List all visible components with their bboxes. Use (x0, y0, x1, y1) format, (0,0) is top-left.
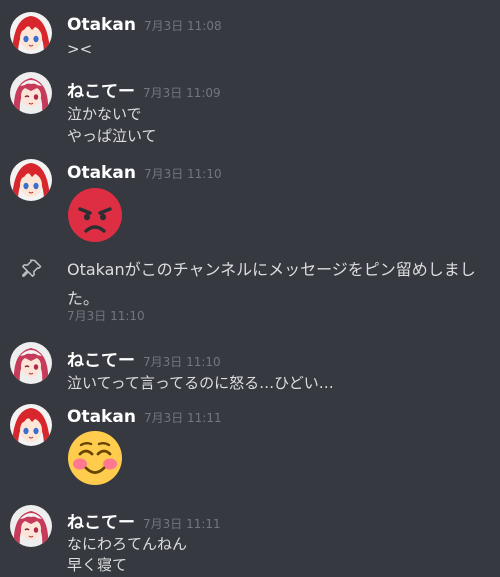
author-name[interactable]: ねこてー (67, 82, 135, 102)
smiling-face-icon (68, 431, 122, 485)
message-timestamp: 7月3日 11:10 (143, 167, 222, 181)
otakan-avatar-icon (10, 159, 52, 201)
message-otakan-1: Otakan 7月3日 11:08 >< (0, 0, 500, 60)
message-text: 泣かないで (67, 105, 142, 123)
avatar-otakan[interactable] (10, 404, 52, 446)
message-author[interactable]: Otakan 7月3日 11:08 (67, 15, 222, 35)
author-name[interactable]: Otakan (67, 15, 136, 35)
nekote-avatar-icon (10, 505, 52, 547)
message-text: 泣いてって言ってるのに怒る…ひどい… (67, 374, 334, 392)
avatar-nekote[interactable] (10, 342, 52, 384)
message-author[interactable]: ねこてー 7月3日 11:10 (67, 346, 221, 371)
avatar-otakan[interactable] (10, 159, 52, 201)
message-text: やっぱ泣いて (67, 127, 157, 145)
message-author[interactable]: ねこてー 7月3日 11:11 (67, 508, 221, 533)
message-author[interactable]: Otakan 7月3日 11:11 (67, 407, 222, 427)
pouting-face-emoji[interactable] (67, 187, 123, 243)
message-text: 早く寝て (67, 556, 128, 574)
author-name[interactable]: ねこてー (67, 513, 135, 533)
avatar-nekote[interactable] (10, 505, 52, 547)
avatar-otakan[interactable] (10, 12, 52, 54)
message-timestamp: 7月3日 11:11 (143, 411, 222, 425)
pouting-face-icon (68, 188, 122, 242)
author-name[interactable]: ねこてー (67, 351, 135, 371)
message-text: >< (67, 40, 93, 58)
otakan-avatar-icon (10, 404, 52, 446)
message-author[interactable]: Otakan 7月3日 11:10 (67, 163, 222, 183)
message-otakan-2: Otakan 7月3日 11:10 (0, 155, 500, 250)
message-otakan-3: Otakan 7月3日 11:11 (0, 400, 500, 490)
message-text: なにわろてんねん (67, 535, 188, 553)
nekote-avatar-icon (10, 342, 52, 384)
message-nekote-2: ねこてー 7月3日 11:10 泣いてって言ってるのに怒る…ひどい… (0, 335, 500, 395)
message-author[interactable]: ねこてー 7月3日 11:09 (67, 77, 221, 102)
message-timestamp: 7月3日 11:10 (143, 355, 221, 369)
message-timestamp: 7月3日 11:11 (143, 517, 221, 531)
message-timestamp: 7月3日 11:08 (143, 19, 222, 33)
author-name[interactable]: Otakan (67, 407, 136, 427)
pin-icon (20, 257, 44, 281)
message-timestamp: 7月3日 11:09 (143, 86, 221, 100)
author-name[interactable]: Otakan (67, 163, 136, 183)
message-nekote-1: ねこてー 7月3日 11:09 泣かないで やっぱ泣いて (0, 70, 500, 150)
avatar-nekote[interactable] (10, 72, 52, 114)
smiling-face-emoji[interactable] (67, 430, 123, 486)
pin-notice-text[interactable]: Otakanがこのチャンネルにメッセージをピン留めしました。 (67, 255, 497, 313)
otakan-avatar-icon (10, 12, 52, 54)
pin-timestamp: 7月3日 11:10 (67, 309, 145, 323)
nekote-avatar-icon (10, 72, 52, 114)
message-nekote-3: ねこてー 7月3日 11:11 なにわろてんねん 早く寝て (0, 498, 500, 577)
